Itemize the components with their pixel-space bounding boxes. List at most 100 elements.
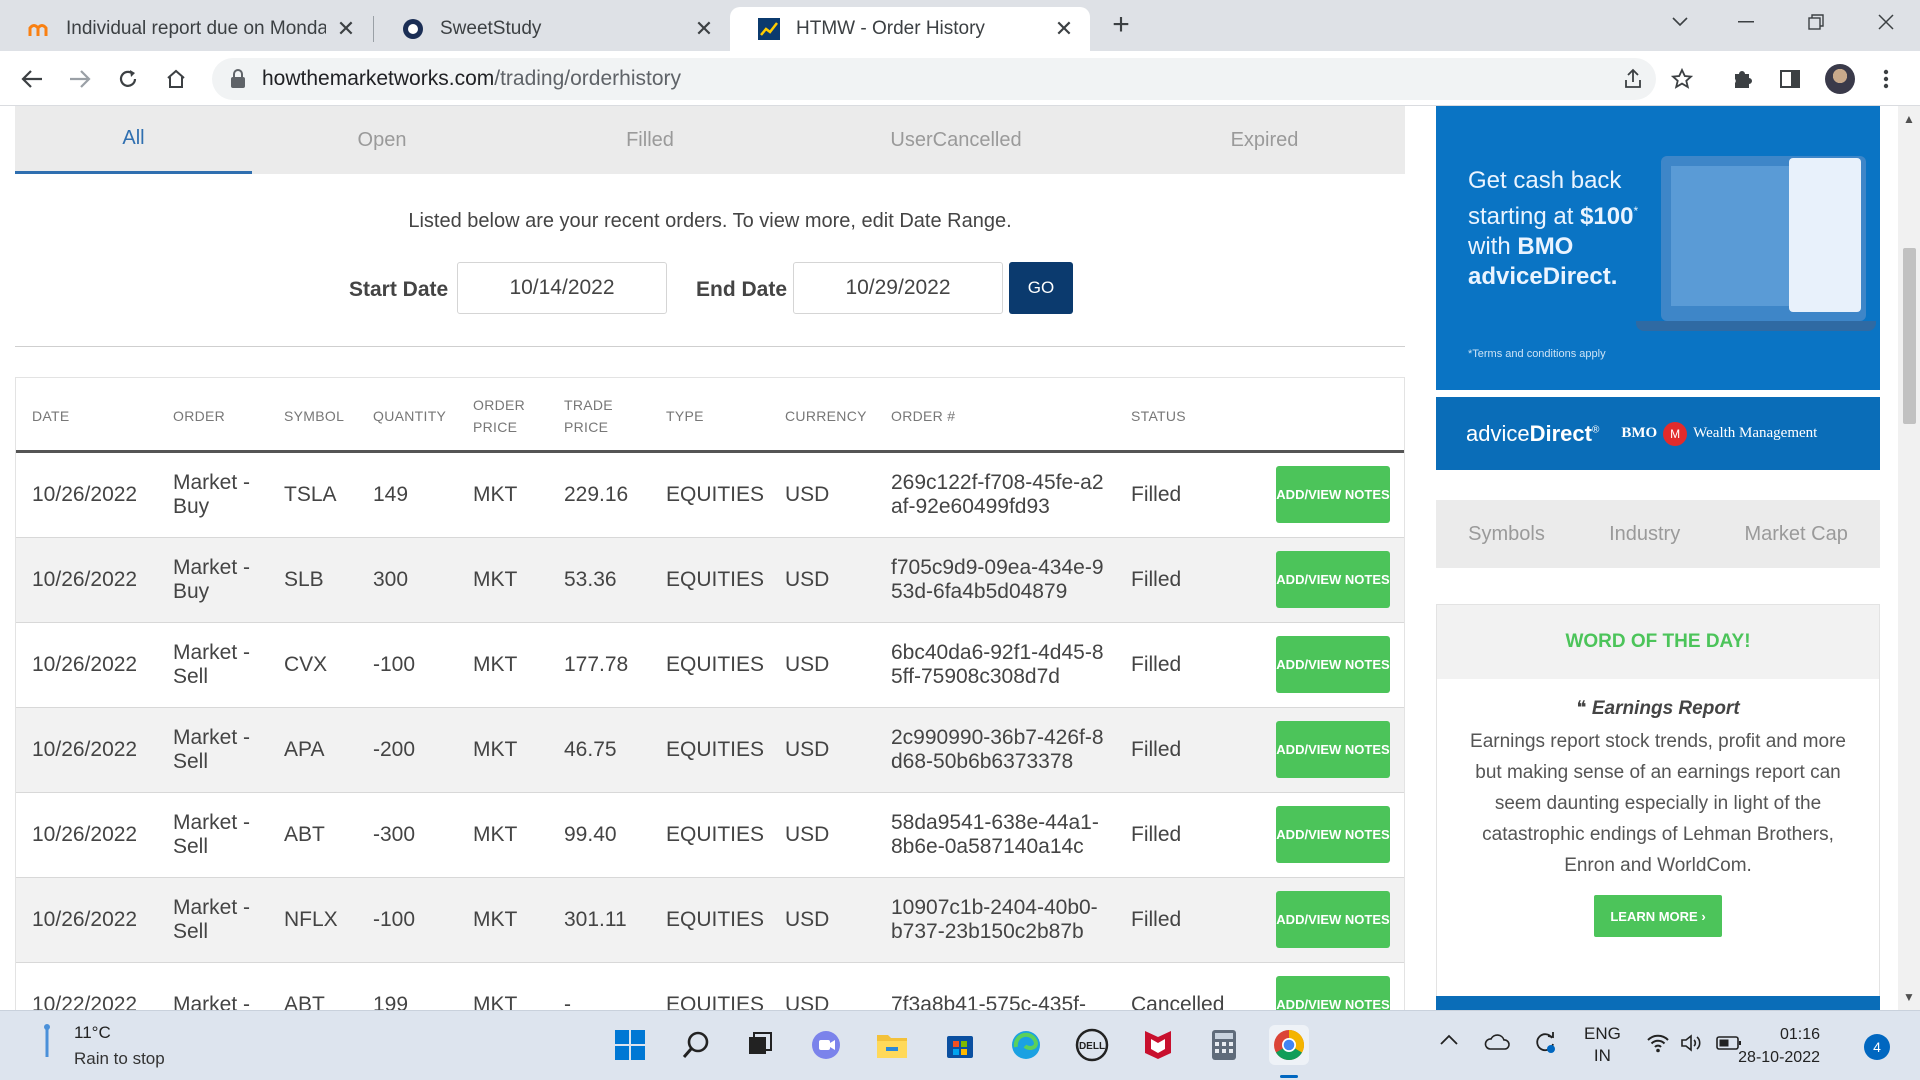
col-header-status: STATUS [1131, 407, 1186, 424]
edge-browser-icon[interactable] [1006, 1025, 1046, 1065]
dell-icon[interactable]: DELL [1072, 1025, 1112, 1065]
col-header-currency: CURRENCY [785, 407, 867, 424]
cell-order-price: MKT [473, 908, 518, 931]
cell-currency: USD [785, 568, 830, 591]
col-header-trade-price: TRADE PRICE [564, 396, 613, 435]
cell-quantity: 300 [373, 568, 409, 591]
minimize-icon[interactable] [1716, 6, 1776, 38]
search-icon[interactable] [676, 1025, 716, 1065]
close-tab-icon[interactable]: ✕ [1052, 16, 1076, 41]
home-icon[interactable] [158, 61, 194, 97]
order-filter-tabs: All Open Filled UserCancelled Expired [15, 106, 1405, 174]
teams-chat-icon[interactable] [806, 1025, 846, 1065]
side-tab-industry[interactable]: Industry [1609, 523, 1680, 546]
share-icon[interactable] [1618, 63, 1650, 95]
scroll-down-arrow-icon[interactable]: ▼ [1903, 990, 1915, 1004]
close-tab-icon[interactable]: ✕ [334, 16, 358, 41]
add-view-notes-button[interactable]: ADD/VIEW NOTES [1276, 466, 1390, 523]
url-host: howthemarketworks.com [262, 67, 495, 90]
cell-date: 10/26/2022 [32, 568, 138, 591]
restore-icon[interactable] [1786, 6, 1846, 38]
show-hidden-icons[interactable] [1440, 1031, 1458, 1051]
table-row: 10/26/2022 Market - Buy TSLA 149 MKT 229.16 EQ… [16, 453, 1404, 538]
cell-order-number: 7f3a8b41-575c-435f- [891, 993, 1086, 1010]
volume-icon[interactable] [1680, 1033, 1704, 1058]
start-date-label: Start Date [349, 278, 449, 301]
browser-toolbar: howthemarketworks.com/trading/orderhisto… [0, 51, 1920, 106]
start-date-input[interactable] [457, 262, 667, 314]
col-header-quantity: QUANTITY [373, 407, 447, 424]
add-view-notes-button[interactable]: ADD/VIEW NOTES [1276, 891, 1390, 948]
learn-more-button[interactable]: LEARN MORE › [1594, 895, 1722, 937]
browser-tab-sweetstudy[interactable]: SweetStudy ✕ [374, 7, 730, 51]
system-clock[interactable]: 01:16 28-10-2022 [1738, 1023, 1820, 1069]
browser-tab-moodle[interactable]: Individual report due on Monday ✕ [0, 7, 372, 51]
file-explorer-icon[interactable] [872, 1025, 912, 1065]
add-view-notes-button[interactable]: ADD/VIEW NOTES [1276, 806, 1390, 863]
browser-tab-htmw[interactable]: HTMW - Order History ✕ [730, 7, 1090, 51]
back-icon[interactable] [14, 61, 50, 97]
forward-icon[interactable] [62, 61, 98, 97]
table-body: 10/26/2022 Market - Buy TSLA 149 MKT 229.16 EQ… [16, 453, 1404, 1010]
wifi-icon[interactable] [1646, 1033, 1670, 1058]
add-view-notes-button[interactable]: ADD/VIEW NOTES [1276, 976, 1390, 1010]
cell-order: Market - Sell [173, 641, 251, 688]
cell-type: EQUITIES [666, 908, 765, 931]
calculator-icon[interactable] [1204, 1025, 1244, 1065]
htmw-icon [758, 18, 780, 40]
cell-order-price: MKT [473, 653, 518, 676]
microsoft-store-icon[interactable] [940, 1025, 980, 1065]
filter-tab-filled[interactable]: Filled [512, 106, 788, 174]
filter-tab-expired[interactable]: Expired [1124, 106, 1405, 174]
new-tab-icon[interactable]: + [1106, 8, 1136, 41]
go-button[interactable]: GO [1009, 262, 1073, 314]
onedrive-cloud-icon[interactable] [1483, 1033, 1511, 1056]
side-panel-icon[interactable] [1774, 63, 1806, 95]
address-bar[interactable]: howthemarketworks.com/trading/orderhisto… [212, 58, 1656, 100]
ad-headline: Get cash back starting at $100* with BMO… [1468, 167, 1639, 290]
cell-symbol: APA [284, 738, 325, 761]
moodle-icon [28, 18, 50, 40]
weather-widget[interactable]: 11°C Rain to stop [40, 1023, 165, 1069]
scrollbar-thumb[interactable] [1903, 248, 1916, 424]
reload-icon[interactable] [110, 61, 146, 97]
cell-currency: USD [785, 908, 830, 931]
close-tab-icon[interactable]: ✕ [692, 16, 716, 41]
col-header-order-number: ORDER # [891, 407, 956, 424]
windows-start-icon[interactable] [610, 1025, 650, 1065]
laptop-illustration [1661, 156, 1866, 321]
bookmark-star-icon[interactable] [1666, 63, 1698, 95]
add-view-notes-button[interactable]: ADD/VIEW NOTES [1276, 636, 1390, 693]
extensions-icon[interactable] [1726, 63, 1758, 95]
table-row: 10/26/2022 Market - Buy SLB 300 MKT 53.36 EQUI… [16, 538, 1404, 623]
profile-avatar[interactable] [1825, 64, 1855, 94]
col-header-order: ORDER [173, 407, 226, 424]
language-indicator[interactable]: ENG IN [1584, 1023, 1621, 1067]
notification-badge[interactable]: 4 [1864, 1034, 1890, 1060]
tab-search-icon[interactable] [1650, 6, 1710, 38]
filter-tab-all[interactable]: All [15, 106, 252, 174]
cell-order-price: MKT [473, 483, 518, 506]
close-window-icon[interactable] [1856, 6, 1916, 38]
mcafee-icon[interactable] [1138, 1025, 1178, 1065]
filter-tab-open[interactable]: Open [252, 106, 512, 174]
cell-type: EQUITIES [666, 568, 765, 591]
add-view-notes-button[interactable]: ADD/VIEW NOTES [1276, 551, 1390, 608]
cell-trade-price: - [564, 993, 571, 1010]
lock-icon[interactable] [230, 69, 246, 89]
page-scrollbar[interactable]: ▲ ▼ [1898, 106, 1920, 1010]
menu-kebab-icon[interactable] [1870, 63, 1902, 95]
filter-tab-usercancelled[interactable]: UserCancelled [788, 106, 1124, 174]
cell-quantity: -200 [373, 738, 416, 761]
laptop-base-illustration [1636, 321, 1876, 331]
side-tab-market-cap[interactable]: Market Cap [1744, 523, 1847, 546]
end-date-input[interactable] [793, 262, 1003, 314]
cell-type: EQUITIES [666, 483, 765, 506]
side-tab-symbols[interactable]: Symbols [1468, 523, 1545, 546]
add-view-notes-button[interactable]: ADD/VIEW NOTES [1276, 721, 1390, 778]
sync-icon[interactable] [1532, 1029, 1558, 1060]
chrome-icon[interactable] [1269, 1025, 1309, 1065]
bmo-advertisement[interactable]: Get cash back starting at $100* with BMO… [1436, 106, 1880, 470]
task-view-icon[interactable] [740, 1025, 780, 1065]
scroll-up-arrow-icon[interactable]: ▲ [1903, 112, 1915, 126]
